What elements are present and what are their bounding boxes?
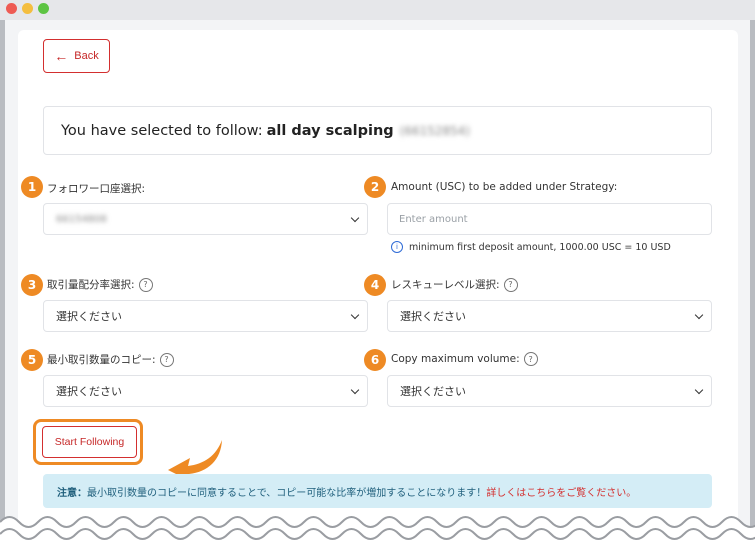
step-badge-2: 2	[364, 176, 386, 198]
step-badge-5: 5	[21, 349, 43, 371]
notice-text: 最小取引数量のコピーに同意することで、コピー可能な比率が増加することになります！	[87, 487, 487, 499]
chevron-down-icon	[350, 385, 360, 395]
chevron-down-icon	[694, 385, 704, 395]
minimize-window-dot[interactable]	[22, 3, 33, 14]
start-following-button[interactable]: Start Following	[42, 426, 137, 458]
follower-account-select[interactable]: 66154808	[43, 203, 368, 235]
arrow-left-icon: ←	[54, 48, 69, 64]
torn-edge-divider	[0, 516, 755, 556]
page-background: ← Back You have selected to follow: all …	[5, 20, 750, 556]
follower-account-value: 66154808	[56, 213, 107, 225]
step-badge-1: 1	[21, 176, 43, 198]
help-icon[interactable]: ?	[138, 277, 153, 292]
back-button-label: Back	[74, 50, 99, 62]
help-icon[interactable]: ?	[523, 352, 538, 366]
copy-min-volume-label: 最小取引数量のコピー: ?	[47, 352, 174, 367]
amount-label: Amount (USC) to be added under Strategy:	[391, 181, 617, 193]
info-icon: i	[391, 241, 403, 253]
copy-min-volume-label-text: 最小取引数量のコピー:	[47, 354, 156, 366]
back-button[interactable]: ← Back	[43, 39, 110, 73]
step-badge-6: 6	[364, 349, 386, 371]
follower-account-label-text: フォロワー口座選択:	[47, 183, 146, 195]
chevron-down-icon	[694, 310, 704, 320]
copy-max-volume-value: 選択ください	[400, 385, 466, 398]
rescue-level-select[interactable]: 選択ください	[387, 300, 712, 332]
chevron-down-icon	[350, 213, 360, 223]
chevron-down-icon	[350, 310, 360, 320]
browser-window: ← Back You have selected to follow: all …	[0, 0, 755, 556]
amount-info: i minimum first deposit amount, 1000.00 …	[391, 241, 671, 253]
rescue-level-value: 選択ください	[400, 310, 466, 323]
copy-max-volume-label-text: Copy maximum volume:	[391, 353, 520, 365]
step-badge-3: 3	[21, 274, 43, 296]
volume-ratio-value: 選択ください	[56, 310, 122, 323]
rescue-level-label: レスキューレベル選択: ?	[391, 277, 518, 292]
copy-min-volume-select[interactable]: 選択ください	[43, 375, 368, 407]
selected-strategy-account-id: (66152854)	[399, 123, 471, 138]
copy-max-volume-select[interactable]: 選択ください	[387, 375, 712, 407]
volume-ratio-label: 取引量配分率選択: ?	[47, 277, 153, 292]
selected-strategy-name: all day scalping	[266, 122, 394, 139]
volume-ratio-select[interactable]: 選択ください	[43, 300, 368, 332]
help-icon[interactable]: ?	[503, 277, 518, 292]
maximize-window-dot[interactable]	[38, 3, 49, 14]
notice-label: 注意：	[57, 487, 87, 499]
close-window-dot[interactable]	[6, 3, 17, 14]
follow-strategy-card: ← Back You have selected to follow: all …	[18, 30, 738, 556]
step-badge-4: 4	[364, 274, 386, 296]
amount-input[interactable]	[387, 203, 712, 235]
copy-min-volume-value: 選択ください	[56, 385, 122, 398]
help-icon[interactable]: ?	[159, 352, 174, 367]
follower-account-label: フォロワー口座選択:	[47, 181, 145, 196]
volume-ratio-label-text: 取引量配分率選択:	[47, 279, 135, 291]
selected-strategy-box: You have selected to follow: all day sca…	[43, 106, 712, 155]
window-titlebar	[0, 0, 755, 20]
amount-label-text: Amount (USC) to be added under Strategy:	[391, 181, 618, 193]
amount-info-text: minimum first deposit amount, 1000.00 US…	[409, 241, 671, 253]
copy-max-volume-label: Copy maximum volume: ?	[391, 352, 538, 366]
notice-details-link[interactable]: 詳しくはこちらをご覧ください。	[486, 484, 636, 499]
notice-banner: 注意： 最小取引数量のコピーに同意することで、コピー可能な比率が増加することにな…	[43, 474, 712, 508]
rescue-level-label-text: レスキューレベル選択:	[391, 279, 500, 291]
selected-strategy-prefix: You have selected to follow:	[61, 122, 263, 139]
